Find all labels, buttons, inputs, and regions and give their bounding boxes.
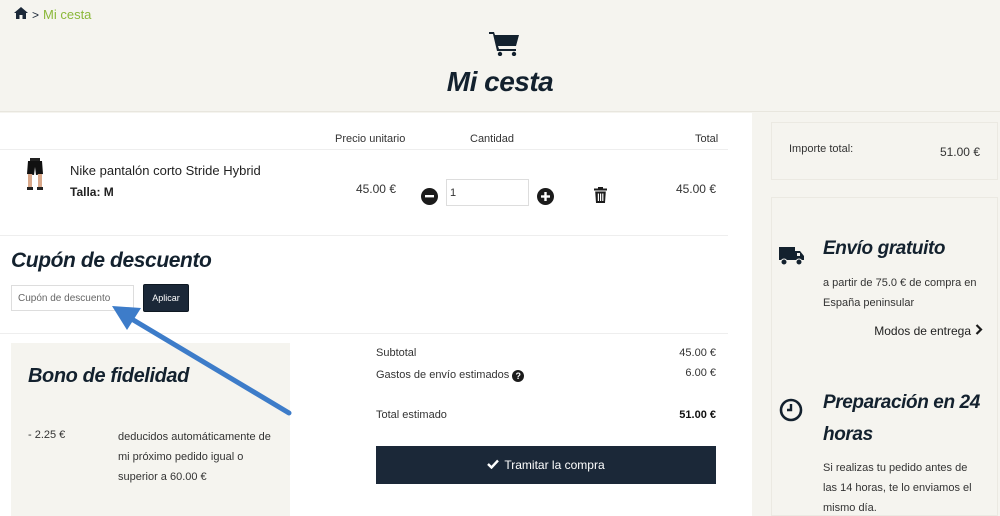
page-title: Mi cesta — [446, 66, 554, 97]
product-total: 45.00 € — [675, 182, 716, 196]
truck-icon — [779, 246, 805, 271]
loyalty-amount: - 2.25 € — [28, 429, 66, 441]
loyalty-panel: Bono de fidelidad - 2.25 € deducidos aut… — [11, 343, 290, 516]
checkmark-icon — [487, 458, 500, 472]
preparation-text: Si realizas tu pedido antes de las 14 ho… — [823, 462, 972, 514]
subtotal-label: Subtotal — [376, 347, 417, 359]
product-image[interactable] — [24, 158, 46, 195]
free-shipping-text: a partir de 75.0 € de compra en España p… — [823, 277, 977, 309]
header-total: Total — [695, 133, 719, 145]
page-header: > Mi cesta Mi cesta — [0, 0, 1000, 112]
checkout-label: Tramitar la compra — [504, 458, 605, 472]
loyalty-title: Bono de fidelidad — [28, 365, 189, 387]
breadcrumb-current[interactable]: Mi cesta — [43, 7, 91, 22]
header-quantity: Cantidad — [470, 133, 515, 145]
header-unit-price: Precio unitario — [335, 133, 406, 145]
divider — [0, 333, 728, 334]
total-value: 51.00 € — [679, 409, 716, 421]
order-total-panel: Importe total: 51.00 € — [771, 122, 998, 180]
product-unit-price: 45.00 € — [355, 182, 396, 196]
shipping-label: Gastos de envío estimados — [376, 369, 510, 381]
free-shipping-title: Envío gratuito — [823, 238, 946, 259]
breadcrumb-separator: > — [32, 7, 40, 22]
decrease-quantity-button[interactable] — [421, 188, 438, 205]
total-label: Total estimado — [376, 409, 447, 421]
preparation-title: Preparación en 24 horas — [823, 392, 980, 445]
shipping-value: 6.00 € — [685, 367, 716, 379]
breadcrumb: > Mi cesta — [14, 7, 91, 22]
clock-icon — [779, 398, 803, 427]
chevron-right-icon — [975, 324, 983, 338]
coupon-input[interactable] — [11, 285, 134, 311]
apply-coupon-button[interactable]: Aplicar — [143, 284, 189, 312]
delivery-methods-label: Modos de entrega — [874, 324, 971, 338]
delivery-methods-link[interactable]: Modos de entrega — [874, 324, 983, 338]
order-total-label: Importe total: — [789, 143, 854, 155]
shipping-row: Gastos de envío estimados? — [376, 369, 525, 382]
shopping-cart-icon — [489, 30, 521, 61]
help-icon[interactable]: ? — [512, 370, 525, 382]
trash-icon[interactable] — [594, 187, 607, 208]
product-name[interactable]: Nike pantalón corto Stride Hybrid — [70, 163, 261, 178]
home-icon[interactable] — [14, 7, 28, 22]
coupon-title: Cupón de descuento — [11, 249, 212, 272]
cart-main: Precio unitario Cantidad Total Nike pant… — [0, 113, 752, 516]
loyalty-description: deducidos automáticamente de mi próximo … — [118, 431, 271, 483]
checkout-button[interactable]: Tramitar la compra — [376, 446, 716, 484]
order-total-value: 51.00 € — [939, 145, 980, 159]
product-size: Talla: M — [70, 185, 114, 199]
increase-quantity-button[interactable] — [537, 188, 554, 205]
subtotal-value: 45.00 € — [679, 347, 716, 359]
divider — [0, 149, 728, 150]
shipping-info-panel: Envío gratuito a partir de 75.0 € de com… — [771, 197, 998, 516]
quantity-input[interactable] — [446, 179, 529, 206]
divider — [0, 235, 728, 236]
